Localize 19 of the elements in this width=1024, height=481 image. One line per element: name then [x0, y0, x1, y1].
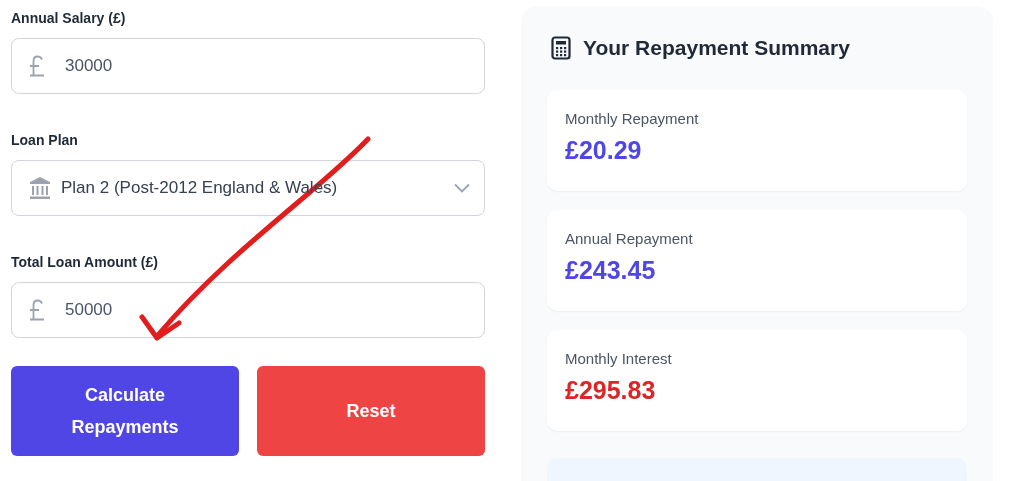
result-label: Monthly Interest: [565, 350, 672, 367]
bank-icon: [29, 176, 51, 200]
result-label: Monthly Repayment: [565, 110, 699, 127]
chevron-down-icon: [454, 183, 470, 193]
pound-icon: [29, 55, 45, 77]
result-value: £243.45: [565, 256, 656, 285]
pound-icon: [29, 299, 45, 321]
result-label: Annual Repayment: [565, 230, 693, 247]
calculate-button[interactable]: Calculate Repayments: [11, 366, 239, 456]
input-field[interactable]: 30000: [11, 38, 485, 94]
field-label: Loan Plan: [11, 132, 78, 148]
reset-button[interactable]: Reset: [257, 366, 485, 456]
summary-title: Your Repayment Summary: [583, 36, 850, 60]
field-label: Total Loan Amount (£): [11, 254, 158, 270]
result-value: £295.83: [565, 376, 656, 405]
result-value: £20.29: [565, 136, 642, 165]
input-field[interactable]: 50000: [11, 282, 485, 338]
calculator-icon: [551, 36, 571, 60]
field-label: Annual Salary (£): [11, 10, 126, 26]
